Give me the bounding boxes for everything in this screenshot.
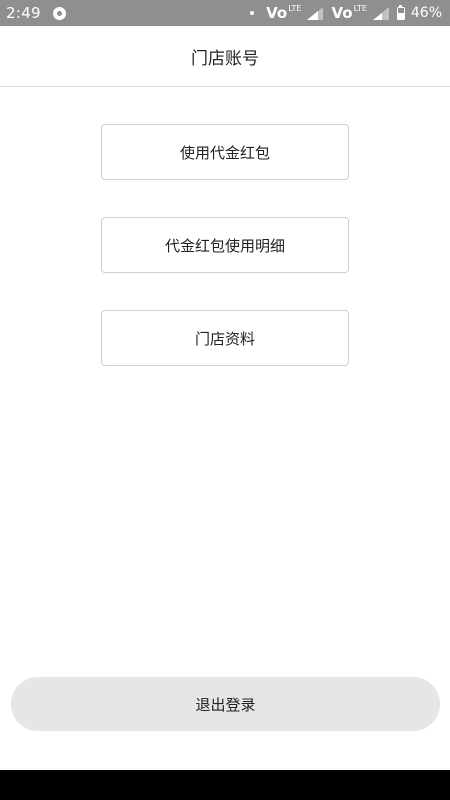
status-bar: 2:49 Vo LTE Vo LTE 46% xyxy=(0,0,450,26)
logout-button[interactable]: 退出登录 xyxy=(11,677,440,731)
signal-icon-1 xyxy=(307,6,325,20)
status-left: 2:49 xyxy=(0,4,66,22)
volte-sup-1: LTE xyxy=(288,4,302,13)
signal-icon-2 xyxy=(372,6,391,20)
chat-notification-icon xyxy=(52,6,66,20)
store-info-button[interactable]: 门店资料 xyxy=(101,310,349,366)
battery-percent: 46% xyxy=(410,5,442,21)
volte-icon-2: Vo LTE xyxy=(331,4,366,22)
status-right: Vo LTE Vo LTE 46% xyxy=(250,4,450,22)
system-nav-bar xyxy=(0,770,450,800)
notification-dot-icon xyxy=(250,11,255,15)
page-header: 门店账号 xyxy=(0,26,450,87)
volte-sup-2: LTE xyxy=(353,4,367,13)
battery-icon xyxy=(396,4,405,20)
volte-label-1: Vo xyxy=(266,4,288,22)
status-time: 2:49 xyxy=(6,4,41,22)
volte-icon-1: Vo LTE xyxy=(266,4,301,22)
volte-label-2: Vo xyxy=(331,4,353,22)
page-title: 门店账号 xyxy=(191,48,259,69)
use-voucher-button[interactable]: 使用代金红包 xyxy=(101,124,349,180)
voucher-usage-details-button[interactable]: 代金红包使用明细 xyxy=(101,217,349,273)
